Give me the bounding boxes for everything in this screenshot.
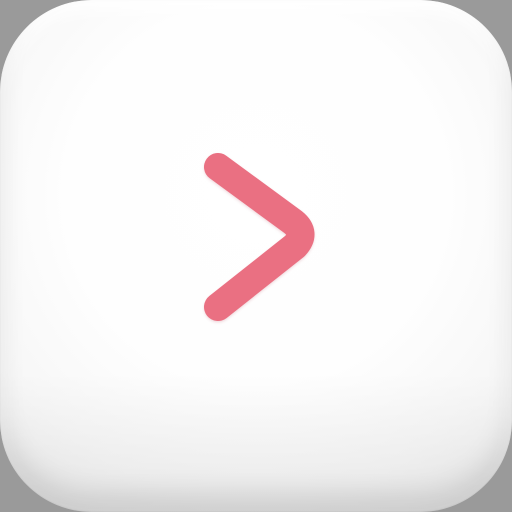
app-icon-tile[interactable] [0,0,512,512]
tile-bottom-shade [0,372,512,512]
chevron-right-shape [204,153,315,321]
app-icon-canvas [0,0,512,512]
chevron-right-svg [204,153,315,321]
chevron-right-icon [0,0,512,512]
